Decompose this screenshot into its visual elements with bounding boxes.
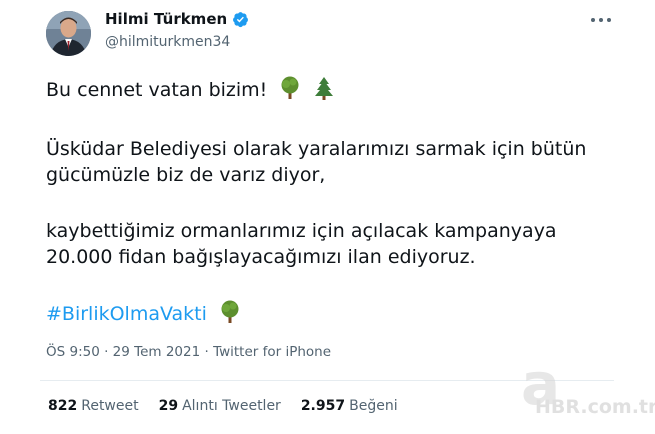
- retweets-stat[interactable]: 822 Retweet: [48, 398, 139, 414]
- tweet-line-1: Bu cennet vatan bizim!: [46, 79, 268, 101]
- tweet-para-3-line-1: kaybettiğimiz ormanlarımız için açılacak…: [46, 220, 557, 242]
- likes-stat[interactable]: 2.957 Beğeni: [301, 398, 398, 414]
- hbr-watermark-logo: a HBR.com.tr: [507, 356, 655, 431]
- tweet-stats: 822 Retweet 29 Alıntı Tweetler 2.957 Beğeni: [48, 398, 398, 414]
- quote-tweets-stat[interactable]: 29 Alıntı Tweetler: [159, 398, 281, 414]
- watermark-text: HBR.com.tr: [535, 396, 655, 418]
- tweet-timestamp[interactable]: ÖS 9:50 · 29 Tem 2021 · Twitter for iPho…: [46, 344, 331, 360]
- author-name-row: Hilmi Türkmen: [105, 10, 249, 28]
- tweet-para-2-line-2: gücümüzle biz de varız diyor,: [46, 164, 326, 186]
- tweet-card: Hilmi Türkmen @hilmiturkmen34 Bu cennet …: [0, 0, 655, 434]
- tweet-hashtag-line: #BirlikOlmaVakti: [46, 300, 616, 331]
- retweets-count: 822: [48, 398, 78, 414]
- author-display-name[interactable]: Hilmi Türkmen: [105, 10, 227, 28]
- retweets-label: Retweet: [81, 398, 139, 414]
- deciduous-tree-emoji: [279, 76, 301, 107]
- avatar-photo: [46, 11, 91, 56]
- hashtag-link[interactable]: #BirlikOlmaVakti: [46, 303, 207, 325]
- more-options-icon[interactable]: [591, 12, 611, 28]
- deciduous-tree-emoji: [219, 300, 241, 331]
- tweet-para-3-line-2: 20.000 fidan bağışlayacağımızı ilan ediy…: [46, 246, 476, 268]
- avatar[interactable]: [46, 11, 91, 56]
- tweet-text-line: Bu cennet vatan bizim!: [46, 76, 616, 107]
- verified-badge-icon: [232, 11, 249, 28]
- evergreen-tree-emoji: [313, 76, 335, 107]
- quotes-count: 29: [158, 398, 179, 414]
- likes-count: 2.957: [300, 398, 346, 414]
- likes-label: Beğeni: [349, 398, 398, 414]
- tweet-para-2-line-1: Üsküdar Belediyesi olarak yaralarımızı s…: [46, 138, 587, 160]
- quotes-label: Alıntı Tweetler: [182, 398, 281, 414]
- author-handle[interactable]: @hilmiturkmen34: [105, 34, 230, 50]
